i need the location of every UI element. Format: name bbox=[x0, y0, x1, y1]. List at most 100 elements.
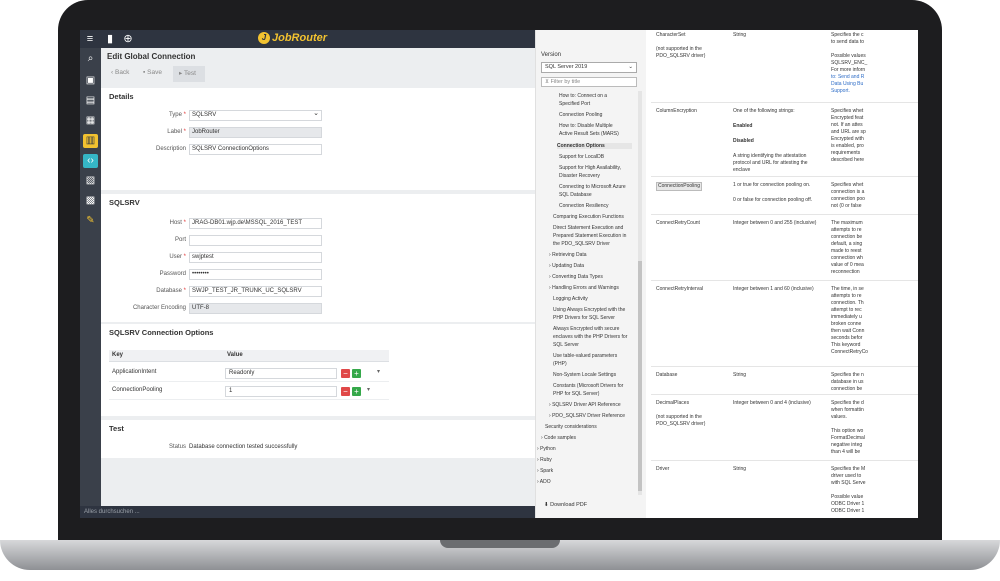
tree-item[interactable]: Specified Port bbox=[559, 101, 590, 107]
tree-item[interactable]: Using Always Encrypted with the bbox=[553, 307, 625, 313]
param-desc: Specifies the c bbox=[831, 32, 864, 38]
document-icon[interactable]: ▦ bbox=[83, 114, 98, 128]
docs-tree: How to: Connect on a Specified Port Conn… bbox=[537, 91, 633, 491]
param-desc: Specifies whet bbox=[831, 182, 864, 188]
tree-item[interactable]: Prepared Statement Execution in bbox=[553, 233, 626, 239]
tree-item[interactable]: Disaster Recovery bbox=[559, 173, 600, 179]
tree-item[interactable]: Connection Pooling bbox=[559, 112, 602, 118]
wrench-icon[interactable]: ✎ bbox=[83, 214, 98, 228]
dashboard-icon[interactable]: ▩ bbox=[83, 194, 98, 208]
param-desc: seconds befor bbox=[831, 335, 863, 341]
tree-item[interactable]: SQL Server bbox=[553, 342, 579, 348]
tree-item[interactable]: Logging Activity bbox=[553, 296, 588, 302]
param-desc-link[interactable]: Support. bbox=[831, 88, 850, 95]
tree-item[interactable]: How to: Disable Multiple bbox=[559, 123, 613, 129]
param-name: ConnectRetryInterval bbox=[656, 286, 703, 292]
tree-item[interactable]: the PDO_SQLSRV Driver bbox=[553, 241, 610, 247]
scrollbar-thumb[interactable] bbox=[638, 261, 642, 491]
port-field[interactable] bbox=[189, 235, 322, 246]
tree-item[interactable]: Connecting to Microsoft Azure bbox=[559, 184, 626, 190]
row-expand-icon[interactable]: ▾ bbox=[377, 368, 380, 375]
param-type: Integer between 0 and 255 (inclusive) bbox=[733, 220, 817, 226]
param-desc-link[interactable]: Data Using Bu bbox=[831, 81, 863, 88]
add-row-button[interactable]: + bbox=[352, 387, 361, 396]
remove-row-button[interactable]: − bbox=[341, 387, 350, 396]
tree-item[interactable]: PHP for SQL Server) bbox=[553, 391, 599, 397]
tree-item[interactable]: Comparing Execution Functions bbox=[553, 214, 624, 220]
tree-item[interactable]: SQL Database bbox=[559, 192, 592, 198]
remove-row-button[interactable]: − bbox=[341, 369, 350, 378]
test-button[interactable]: ▸ Test bbox=[179, 69, 196, 77]
table-icon[interactable]: ▥ bbox=[83, 134, 98, 148]
row-expand-icon[interactable]: ▾ bbox=[367, 386, 370, 393]
tree-item[interactable]: How to: Connect on a bbox=[559, 93, 607, 99]
description-field[interactable]: SQLSRV ConnectionOptions bbox=[189, 144, 322, 155]
tree-item[interactable]: › Python bbox=[537, 446, 556, 452]
label-label: Label * bbox=[167, 129, 186, 135]
tree-item[interactable]: › Converting Data Types bbox=[549, 274, 603, 280]
user-field[interactable]: swjptest bbox=[189, 252, 322, 263]
param-desc: default, a sing bbox=[831, 241, 863, 247]
filter-input[interactable]: ⊻ Filter by title bbox=[541, 77, 637, 87]
tree-item[interactable]: Support for High Availability, bbox=[559, 165, 621, 171]
back-button[interactable]: ‹ Back bbox=[111, 69, 129, 76]
tree-item[interactable]: Connection Resiliency bbox=[559, 203, 608, 209]
top-bar: ≡ ▮ ⊕ J JobRouter bbox=[80, 30, 535, 48]
tree-item-active[interactable]: Connection Options bbox=[557, 143, 632, 149]
files-icon[interactable]: ▧ bbox=[83, 174, 98, 188]
param-desc: Specifies whet bbox=[831, 108, 864, 114]
param-desc: attempts to re bbox=[831, 227, 862, 233]
screen: ≡ ▮ ⊕ J JobRouter ⌕ ▣ ▤ ▦ ▥ ‹› ▧ ▩ ✎ Edit… bbox=[80, 30, 918, 518]
tree-item[interactable]: Use table-valued parameters bbox=[553, 353, 617, 359]
tree-item[interactable]: › SQLSRV Driver API Reference bbox=[549, 402, 621, 408]
param-desc: attempt to rec bbox=[831, 307, 862, 313]
global-search-input[interactable]: Alles durchsuchen ... bbox=[80, 506, 535, 518]
param-type: enclave bbox=[733, 167, 751, 173]
menu-icon[interactable]: ≡ bbox=[84, 33, 96, 45]
label-field[interactable]: JobRouter bbox=[189, 127, 322, 138]
version-value: SQL Server 2019 bbox=[545, 64, 588, 70]
tree-item[interactable]: › Retrieving Data bbox=[549, 252, 587, 258]
encoding-field[interactable]: UTF-8 bbox=[189, 303, 322, 314]
laptop-notch bbox=[440, 540, 560, 548]
nav-scrollbar[interactable] bbox=[638, 91, 642, 495]
option-value-field[interactable]: Readonly bbox=[225, 368, 337, 379]
param-type: String bbox=[733, 466, 747, 472]
status-value: Database connection tested successfully bbox=[189, 444, 298, 450]
type-select[interactable]: SQLSRV bbox=[189, 109, 322, 121]
database-field[interactable]: SWJP_TEST_JR_TRUNK_UC_SQLSRV bbox=[189, 286, 322, 297]
tree-item[interactable]: › Updating Data bbox=[549, 263, 584, 269]
add-row-button[interactable]: + bbox=[352, 369, 361, 378]
bookmark-icon[interactable]: ▮ bbox=[104, 33, 116, 45]
tree-item[interactable]: › Spark bbox=[537, 468, 553, 474]
tree-item[interactable]: Direct Statement Execution and bbox=[553, 225, 623, 231]
param-desc-link[interactable]: to: Send and R bbox=[831, 74, 864, 81]
tree-item[interactable]: Support for LocalDB bbox=[559, 154, 604, 160]
download-pdf-link[interactable]: ⬇ Download PDF bbox=[544, 502, 587, 508]
tree-item[interactable]: › ADO bbox=[537, 479, 551, 485]
version-select[interactable]: SQL Server 2019 ⌄ bbox=[541, 62, 637, 73]
host-field[interactable]: JRAG-DB01.wjp.de\MSSQL_2016_TEST bbox=[189, 218, 322, 229]
add-icon[interactable]: ⊕ bbox=[122, 33, 134, 45]
tree-item[interactable]: Non-System Locale Settings bbox=[553, 372, 616, 378]
tree-item[interactable]: (PHP) bbox=[553, 361, 567, 367]
filter-icon: ⊻ bbox=[545, 79, 550, 85]
tree-item[interactable]: Always Encrypted with secure bbox=[553, 326, 619, 332]
tray-icon[interactable]: ▤ bbox=[83, 94, 98, 108]
code-icon[interactable]: ‹› bbox=[83, 154, 98, 168]
tree-item[interactable]: Constants (Microsoft Drivers for bbox=[553, 383, 623, 389]
inbox-icon[interactable]: ▣ bbox=[83, 74, 98, 88]
save-button[interactable]: ▪ Save bbox=[143, 69, 162, 76]
tree-item[interactable]: Security considerations bbox=[545, 424, 597, 430]
table-divider bbox=[651, 214, 918, 215]
tree-item[interactable]: › Handling Errors and Warnings bbox=[549, 285, 619, 291]
password-field[interactable]: •••••••• bbox=[189, 269, 322, 280]
tree-item[interactable]: enclaves with the PHP Drivers for bbox=[553, 334, 627, 340]
tree-item[interactable]: › Ruby bbox=[537, 457, 552, 463]
tree-item[interactable]: › PDO_SQLSRV Driver Reference bbox=[549, 413, 625, 419]
tree-item[interactable]: PHP Drivers for SQL Server bbox=[553, 315, 615, 321]
tree-item[interactable]: Active Result Sets (MARS) bbox=[559, 131, 619, 137]
tree-item[interactable]: › Code samples bbox=[541, 435, 576, 441]
search-icon[interactable]: ⌕ bbox=[83, 52, 98, 66]
option-value-field[interactable]: 1 bbox=[225, 386, 337, 397]
